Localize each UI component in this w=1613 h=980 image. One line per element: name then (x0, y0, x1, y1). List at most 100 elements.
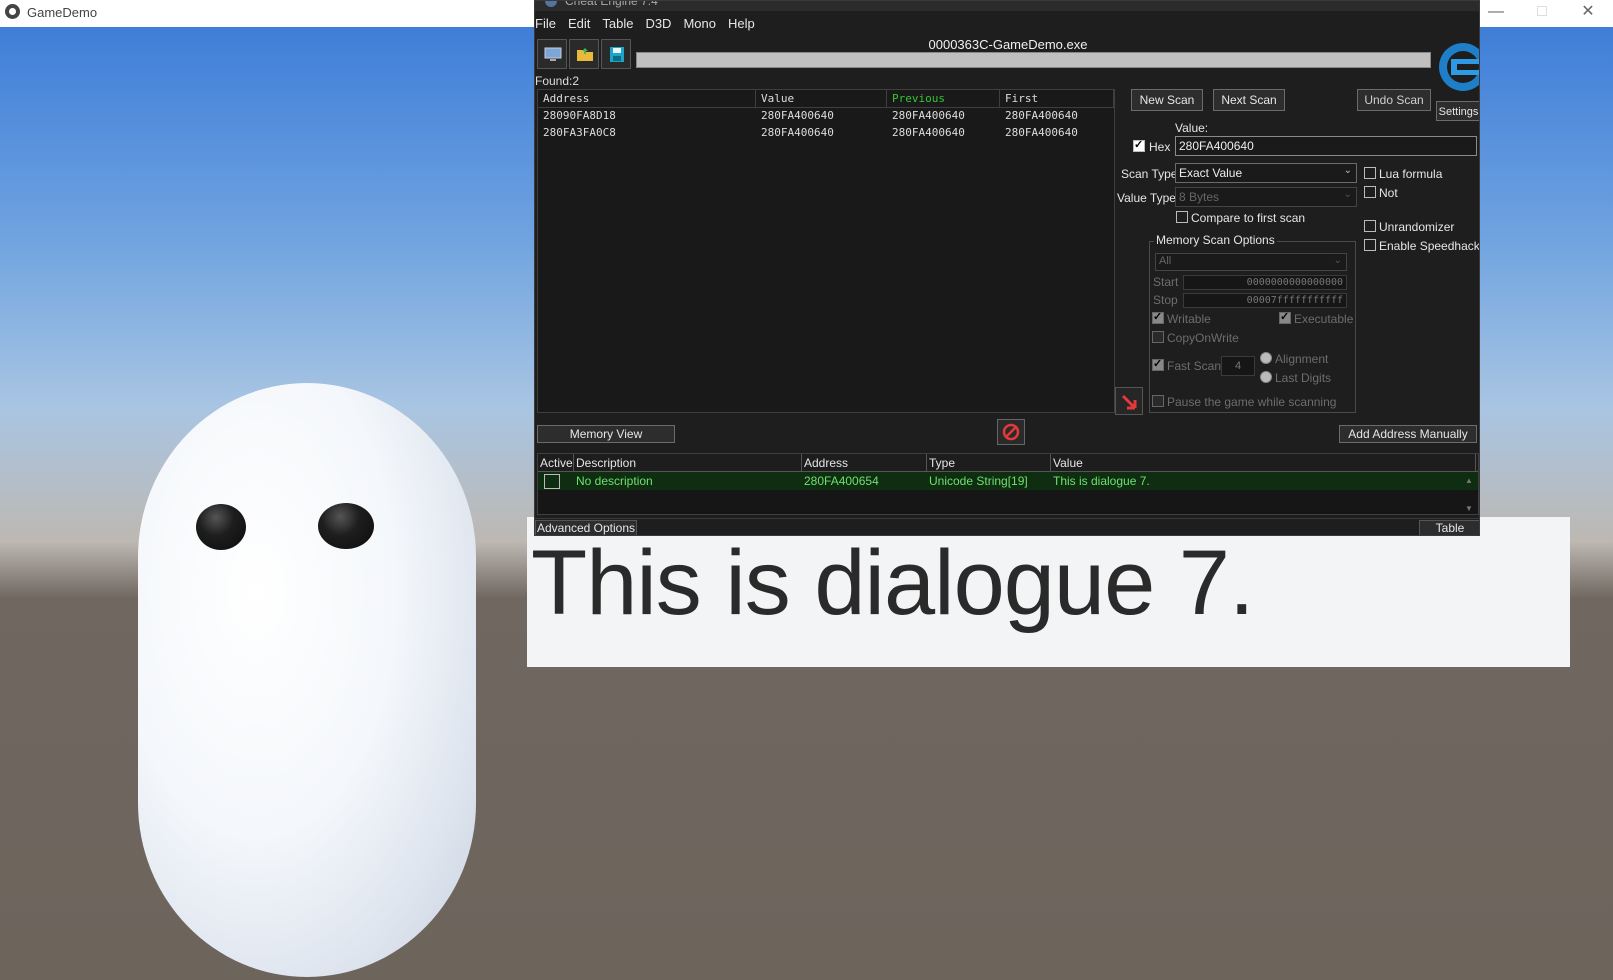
col-active[interactable]: Active (538, 454, 574, 471)
col-value[interactable]: Value (756, 90, 887, 107)
chevron-down-icon: ⌄ (1343, 165, 1352, 176)
copyonwrite-checkbox[interactable] (1152, 331, 1164, 343)
result-first: 280FA400640 (1005, 109, 1078, 122)
stop-address-input[interactable]: 00007fffffffffff (1183, 293, 1347, 308)
col-description[interactable]: Description (574, 454, 802, 471)
scan-results-list[interactable]: Address Value Previous First 28090FA8D18… (537, 89, 1115, 413)
value-label: Value: (1175, 121, 1209, 135)
menu-table[interactable]: Table (596, 14, 639, 34)
executable-checkbox[interactable] (1279, 310, 1291, 324)
alignment-radio[interactable] (1260, 352, 1272, 364)
settings-button[interactable]: Settings (1436, 101, 1479, 121)
undo-scan-button[interactable]: Undo Scan (1357, 89, 1431, 111)
scan-progress-bar (636, 52, 1431, 68)
left-eye (196, 504, 246, 550)
dialogue-text: This is dialogue 7. (531, 532, 1255, 634)
cheat-engine-logo-icon[interactable] (1435, 37, 1480, 99)
menu-mono[interactable]: Mono (677, 14, 722, 34)
col-address[interactable]: Address (802, 454, 927, 471)
scan-type-select[interactable]: Exact Value ⌄ (1175, 163, 1357, 183)
minimize-icon[interactable]: — (1476, 2, 1516, 24)
memory-view-button[interactable]: Memory View (537, 425, 675, 443)
speedhack-label: Enable Speedhack (1379, 239, 1480, 253)
ce-menu-bar: File Edit Table D3D Mono Help (535, 14, 761, 34)
result-first: 280FA400640 (1005, 126, 1078, 139)
hex-checkbox[interactable] (1133, 138, 1145, 152)
advanced-options-button[interactable]: Advanced Options (535, 520, 637, 535)
hex-label: Hex (1149, 140, 1171, 154)
scan-type-label: Scan Type (1121, 167, 1178, 181)
new-scan-button[interactable]: New Scan (1131, 89, 1203, 111)
result-row[interactable]: 28090FA8D18 280FA400640 280FA400640 280F… (538, 108, 1114, 125)
chevron-down-icon: ⌄ (1343, 189, 1352, 200)
memory-scan-options-title: Memory Scan Options (1154, 233, 1277, 247)
col-first[interactable]: First (1000, 90, 1114, 107)
pause-game-label: Pause the game while scanning (1167, 395, 1337, 409)
not-checkbox[interactable] (1364, 186, 1376, 198)
alignment-label: Alignment (1275, 352, 1329, 366)
fast-scan-input[interactable]: 4 (1221, 356, 1255, 376)
menu-d3d[interactable]: D3D (639, 14, 677, 34)
active-checkbox[interactable] (544, 474, 560, 489)
table-scrollbar[interactable]: ▲ ▼ (1463, 474, 1475, 514)
result-previous: 280FA400640 (892, 126, 965, 139)
col-address[interactable]: Address (538, 90, 756, 107)
col-type[interactable]: Type (927, 454, 1051, 471)
value-type-value: 8 Bytes (1179, 190, 1220, 204)
last-digits-radio[interactable] (1260, 371, 1272, 383)
results-header: Address Value Previous First (538, 90, 1114, 108)
add-to-list-button[interactable] (1115, 387, 1143, 415)
dialogue-box: This is dialogue 7. (527, 517, 1570, 667)
red-arrow-icon (1121, 394, 1137, 410)
address-table[interactable]: Active Description Address Type Value No… (537, 453, 1479, 515)
speedhack-checkbox[interactable] (1364, 239, 1376, 251)
compare-first-checkbox[interactable] (1176, 211, 1188, 223)
stop-scan-button[interactable] (997, 419, 1025, 445)
fast-scan-checkbox[interactable] (1152, 357, 1164, 371)
add-address-manually-button[interactable]: Add Address Manually (1339, 425, 1477, 443)
result-row[interactable]: 280FA3FA0C8 280FA400640 280FA400640 280F… (538, 125, 1114, 142)
col-previous[interactable]: Previous (887, 90, 1000, 107)
row-address: 280FA400654 (804, 474, 879, 488)
writable-checkbox[interactable] (1152, 310, 1164, 324)
menu-help[interactable]: Help (722, 14, 761, 34)
result-value: 280FA400640 (761, 109, 834, 122)
table-extras-button[interactable]: Table Extras (1419, 520, 1479, 535)
value-type-select[interactable]: 8 Bytes ⌄ (1175, 187, 1357, 207)
start-address-input[interactable]: 0000000000000000 (1183, 275, 1347, 290)
result-address: 280FA3FA0C8 (543, 126, 616, 139)
next-scan-button[interactable]: Next Scan (1213, 89, 1285, 111)
process-label: 0000363C-GameDemo.exe (928, 37, 1088, 52)
pause-game-checkbox[interactable] (1152, 395, 1164, 407)
lua-formula-checkbox[interactable] (1364, 167, 1376, 179)
unrandomizer-label: Unrandomizer (1379, 220, 1455, 234)
scan-type-value: Exact Value (1179, 166, 1243, 180)
ghost-character (138, 383, 476, 977)
result-value: 280FA400640 (761, 126, 834, 139)
unrandomizer-checkbox[interactable] (1364, 220, 1376, 232)
scan-value-input[interactable]: 280FA400640 (1175, 136, 1477, 156)
cancel-icon (1002, 423, 1020, 441)
copyonwrite-label: CopyOnWrite (1167, 331, 1239, 345)
fast-scan-label: Fast Scan (1167, 359, 1222, 373)
col-value[interactable]: Value (1051, 454, 1476, 471)
value-type-label: Value Type (1117, 191, 1176, 205)
menu-edit[interactable]: Edit (562, 14, 596, 34)
address-table-header: Active Description Address Type Value (538, 454, 1478, 472)
ce-titlebar: Cheat Engine 7.4 (535, 1, 1479, 11)
writable-label: Writable (1167, 312, 1211, 326)
found-count: Found:2 (535, 74, 580, 88)
ce-app-icon (545, 1, 557, 7)
close-icon[interactable]: ✕ (1568, 2, 1608, 24)
start-label: Start (1153, 275, 1179, 289)
not-label: Not (1379, 186, 1398, 200)
memory-region-select[interactable]: All ⌄ (1155, 253, 1347, 271)
maximize-icon[interactable]: □ (1522, 2, 1562, 24)
table-row[interactable]: No description 280FA400654 Unicode Strin… (538, 472, 1478, 490)
right-eye (318, 503, 374, 549)
cheat-engine-window: Cheat Engine 7.4 File Edit Table D3D Mon… (534, 0, 1480, 536)
last-digits-label: Last Digits (1275, 371, 1332, 385)
unity-icon (5, 4, 20, 19)
menu-file[interactable]: File (535, 14, 562, 34)
result-address: 28090FA8D18 (543, 109, 616, 122)
